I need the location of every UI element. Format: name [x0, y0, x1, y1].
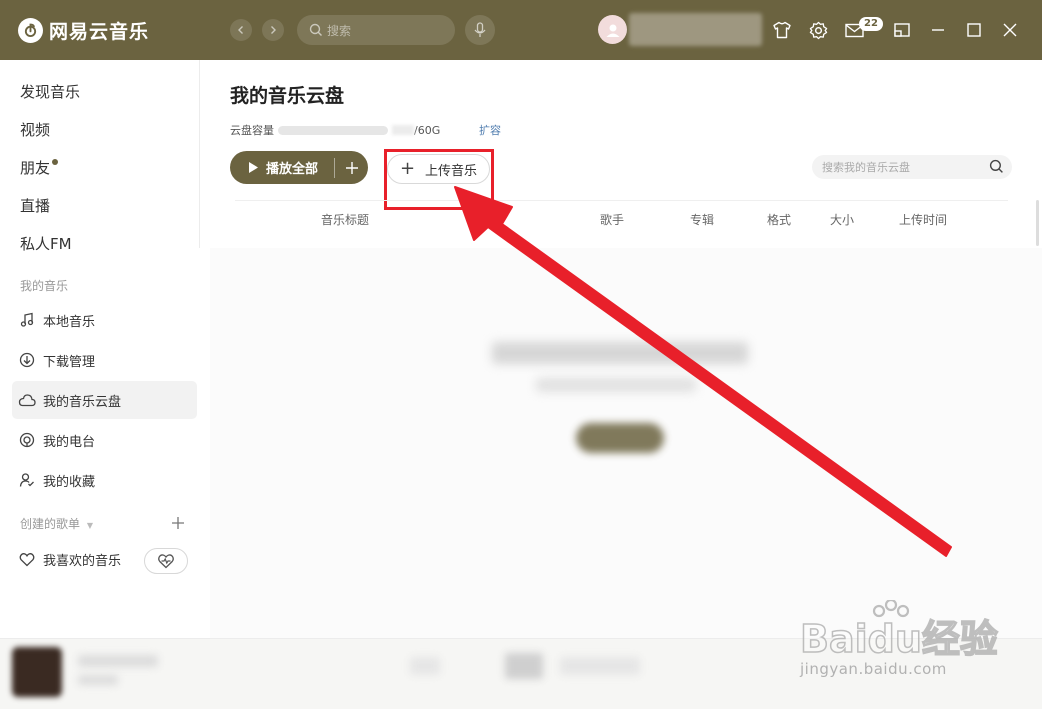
app-name: 网易云音乐 [49, 20, 150, 43]
song-time-redacted [78, 675, 118, 685]
caret-down-icon: ▼ [86, 521, 93, 530]
sidebar-item-my-radio[interactable]: 我的电台 [12, 421, 197, 459]
heartbeat-icon [158, 554, 174, 569]
album-cover-redacted[interactable] [12, 647, 62, 697]
sidebar-item-collections[interactable]: 我的收藏 [12, 461, 197, 499]
back-button[interactable] [230, 19, 252, 41]
sidebar-item-label: 我喜欢的音乐 [43, 553, 122, 569]
play-all-label: 播放全部 [266, 162, 319, 177]
sidebar-item-label: 我的收藏 [43, 474, 96, 490]
play-icon [249, 162, 258, 173]
sidebar-item-friends[interactable]: 朋友 [20, 157, 59, 178]
sidebar-item-downloads[interactable]: 下载管理 [12, 341, 197, 379]
sidebar-item-personal-fm[interactable]: 私人FM [20, 233, 72, 254]
username-redacted[interactable] [629, 13, 762, 46]
close-button[interactable] [998, 18, 1022, 42]
sidebar-item-label: 我的电台 [43, 434, 96, 450]
blurred-empty-message [492, 342, 748, 364]
skin-button[interactable] [770, 18, 794, 42]
music-note-icon [18, 311, 36, 329]
capacity-total: /60G [414, 123, 441, 137]
created-playlists-header[interactable]: 创建的歌单 ▼ [20, 515, 93, 532]
table-header-divider [235, 200, 1008, 201]
maximize-button[interactable] [962, 18, 986, 42]
sidebar-item-discover[interactable]: 发现音乐 [20, 81, 80, 102]
sidebar-item-live[interactable]: 直播 [20, 195, 50, 216]
scrollbar[interactable] [1036, 200, 1039, 246]
sidebar-item-label: 我的音乐云盘 [43, 394, 122, 410]
app-logo[interactable]: 网易云音乐 [18, 17, 149, 43]
capacity-label: 云盘容量 [230, 124, 274, 137]
prev-control-redacted[interactable] [410, 657, 440, 675]
column-header-upload-time[interactable]: 上传时间 [899, 211, 947, 228]
radio-icon [18, 431, 36, 449]
page-title: 我的音乐云盘 [230, 85, 345, 107]
column-header-title[interactable]: 音乐标题 [321, 211, 369, 228]
capacity-used-redacted [392, 125, 414, 135]
column-header-size[interactable]: 大小 [830, 211, 854, 228]
watermark-url: jingyan.baidu.com [800, 660, 947, 678]
next-control-redacted[interactable] [560, 657, 640, 675]
cloud-search-input[interactable]: 搜索我的音乐云盘 [812, 155, 1012, 179]
gear-icon [809, 21, 827, 39]
heart-icon [18, 550, 36, 568]
plus-icon [345, 161, 358, 174]
user-avatar-icon [606, 24, 619, 37]
voice-search-button[interactable] [465, 15, 495, 45]
sidebar-item-local-music[interactable]: 本地音乐 [12, 301, 197, 339]
play-control-redacted[interactable] [505, 653, 543, 679]
mini-mode-button[interactable] [890, 18, 914, 42]
chevron-right-icon [271, 26, 276, 34]
maximize-icon [967, 23, 981, 37]
sidebar-item-video[interactable]: 视频 [20, 119, 50, 140]
mail-count-badge: 22 [859, 17, 883, 31]
cloud-search-placeholder: 搜索我的音乐云盘 [822, 161, 910, 174]
playlist-item-liked-songs[interactable]: 我喜欢的音乐 [12, 540, 140, 578]
search-placeholder: 搜索 [327, 23, 352, 38]
tshirt-icon [773, 21, 791, 39]
add-all-to-queue-button[interactable] [335, 151, 368, 184]
expand-capacity-link[interactable]: 扩容 [479, 122, 501, 138]
blurred-upload-button [576, 423, 664, 453]
capacity-progress-bar [278, 125, 388, 135]
sidebar-item-music-cloud[interactable]: 我的音乐云盘 [12, 381, 197, 419]
new-activity-dot [52, 159, 59, 165]
sidebar-item-friends-label: 朋友 [20, 159, 51, 177]
cloud-icon [18, 391, 36, 409]
sidebar-divider [199, 60, 200, 248]
settings-button[interactable] [806, 18, 830, 42]
watermark-brand: Baidu经验 [800, 617, 998, 661]
mini-mode-icon [894, 23, 910, 37]
netease-logo-icon [18, 17, 43, 43]
blurred-empty-hint [536, 378, 696, 392]
close-icon [1003, 23, 1017, 37]
column-header-artist[interactable]: 歌手 [600, 211, 624, 228]
microphone-icon [474, 22, 486, 37]
cloud-capacity: 云盘容量 /60G [230, 122, 440, 138]
chevron-left-icon [238, 26, 243, 34]
sidebar-item-label: 本地音乐 [43, 314, 96, 330]
minimize-icon [932, 29, 944, 31]
create-playlist-button[interactable] [171, 515, 187, 531]
column-header-album[interactable]: 专辑 [690, 211, 714, 228]
forward-button[interactable] [262, 19, 284, 41]
song-info-redacted [78, 655, 158, 667]
play-all-button[interactable]: 播放全部 [230, 151, 334, 184]
minimize-button[interactable] [926, 18, 950, 42]
search-icon [989, 159, 1003, 173]
global-search-input[interactable]: 搜索 [297, 15, 455, 45]
sidebar-item-label: 下载管理 [43, 354, 96, 370]
my-music-section-title: 我的音乐 [20, 279, 69, 293]
search-icon [309, 23, 322, 36]
heartbeat-mode-button[interactable] [144, 548, 188, 574]
collection-icon [18, 471, 36, 489]
play-all-button-group: 播放全部 [230, 151, 368, 184]
created-playlists-title: 创建的歌单 [20, 517, 81, 531]
title-bar: 网易云音乐 搜索 22 [0, 0, 1042, 60]
plus-icon [172, 517, 184, 529]
column-header-format[interactable]: 格式 [767, 211, 791, 228]
user-avatar[interactable] [598, 15, 627, 44]
download-icon [18, 351, 36, 369]
